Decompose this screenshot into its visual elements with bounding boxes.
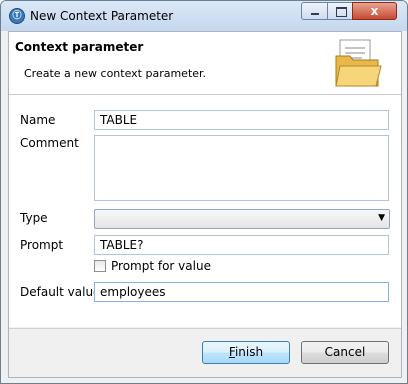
maximize-icon <box>336 7 347 17</box>
banner-description: Create a new context parameter. <box>24 67 207 80</box>
prompt-input[interactable]: TABLE? <box>94 235 389 255</box>
header-banner: Context parameter Create a new context p… <box>9 32 401 95</box>
window-title: New Context Parameter <box>30 9 174 23</box>
button-bar: Finish Cancel <box>9 328 401 377</box>
close-icon: x <box>370 4 379 18</box>
minimize-button[interactable] <box>301 2 328 20</box>
open-folder-icon <box>335 39 382 87</box>
name-input[interactable]: TABLE <box>94 110 389 130</box>
dialog-content: Context parameter Create a new context p… <box>8 31 402 378</box>
comment-textarea[interactable] <box>94 135 389 201</box>
default-value-input[interactable]: employees <box>94 282 389 302</box>
title-bar[interactable]: Ⓣ New Context Parameter x <box>1 1 407 31</box>
name-label: Name <box>20 113 56 127</box>
prompt-label: Prompt <box>20 238 64 252</box>
banner-title: Context parameter <box>15 40 144 54</box>
dropdown-arrow-icon: ▼ <box>378 213 385 223</box>
maximize-button[interactable] <box>327 2 353 20</box>
type-label: Type <box>20 211 48 225</box>
footer-separator <box>9 328 401 329</box>
prompt-for-value-checkbox[interactable] <box>94 260 106 272</box>
dialog-window: Ⓣ New Context Parameter x Context parame… <box>0 0 408 384</box>
type-dropdown[interactable]: ▼ <box>94 209 390 229</box>
form-area: Name TABLE Comment Type ▼ Prompt TABLE? … <box>9 95 401 327</box>
finish-label: inish <box>234 345 264 359</box>
minimize-icon <box>311 13 319 15</box>
default-value-label: Default value <box>20 285 101 299</box>
comment-label: Comment <box>20 136 79 150</box>
prompt-for-value-label[interactable]: Prompt for value <box>111 259 211 273</box>
close-button[interactable]: x <box>352 2 397 20</box>
cancel-button[interactable]: Cancel <box>301 341 389 364</box>
finish-button[interactable]: Finish <box>202 341 290 364</box>
app-icon: Ⓣ <box>9 8 25 24</box>
